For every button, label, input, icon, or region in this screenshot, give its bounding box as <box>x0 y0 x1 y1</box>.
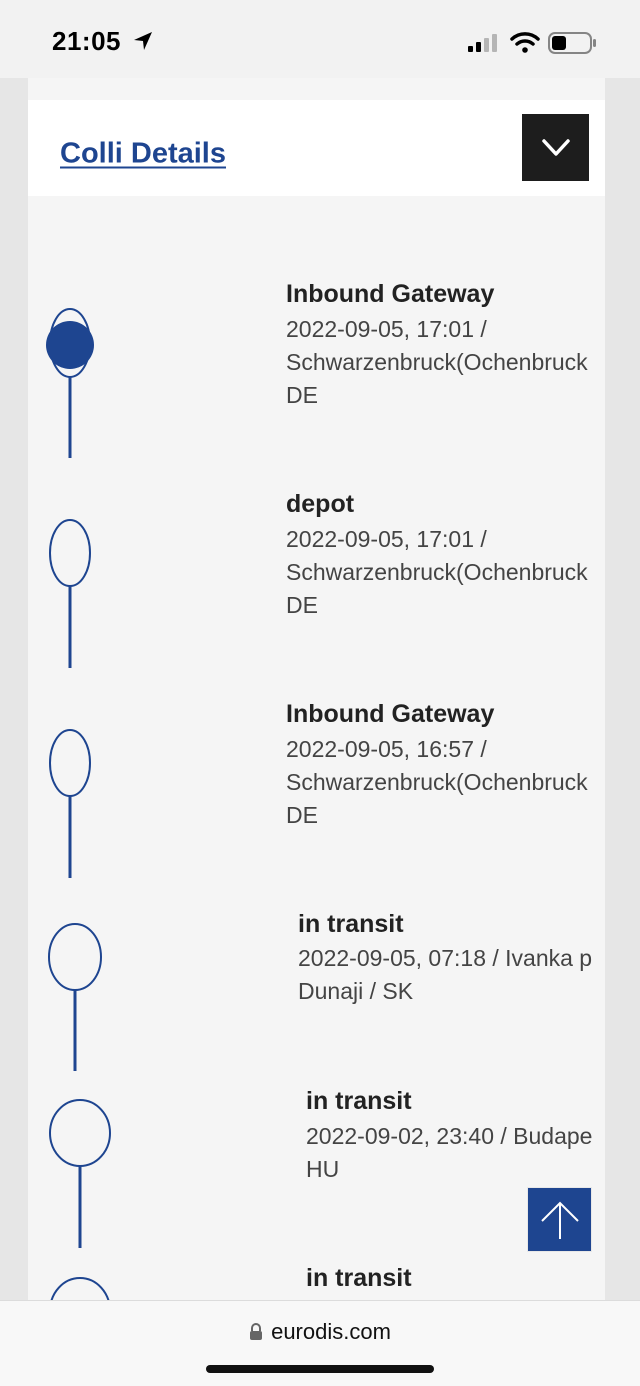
url-text: eurodis.com <box>271 1319 391 1344</box>
timeline-marker <box>50 1277 110 1300</box>
event-meta: 2022-09-05, 17:01 / Schwarzenbruck(Ochen… <box>286 316 588 408</box>
event-title: in transit <box>306 1264 412 1292</box>
status-bar: 21:05 <box>0 0 640 78</box>
timeline-marker <box>49 729 91 878</box>
event-meta: 2022-09-05, 07:18 / Ivanka p Dunaji / SK <box>298 945 593 1004</box>
event-meta: 2022-09-05, 17:01 / Schwarzenbruck(Ochen… <box>286 526 588 618</box>
timeline-marker <box>49 1099 111 1248</box>
timeline-marker <box>48 923 102 1071</box>
event-title: Inbound Gateway <box>286 280 495 308</box>
event-meta: 2022-09-05, 16:57 / Schwarzenbruck(Ochen… <box>286 736 588 828</box>
wifi-icon <box>510 32 540 53</box>
timeline-marker <box>49 519 91 668</box>
home-indicator <box>206 1365 434 1373</box>
url-display[interactable]: eurodis.com <box>0 1319 640 1345</box>
chevron-down-icon <box>541 138 570 156</box>
expand-toggle-button[interactable] <box>522 114 589 181</box>
tracking-panel: Colli Details Inbound Gateway 2022-09-05… <box>28 78 605 1300</box>
timeline-marker-active <box>46 308 94 458</box>
location-arrow-icon <box>134 32 152 50</box>
event-title: in transit <box>306 1087 412 1115</box>
arrow-up-icon <box>540 1201 579 1239</box>
colli-details-link[interactable]: Colli Details <box>60 138 226 171</box>
event-meta: 2022-09-02, 23:40 / Budape HU <box>306 1123 593 1182</box>
event-title: Inbound Gateway <box>286 700 495 728</box>
back-to-top-button[interactable] <box>528 1188 591 1251</box>
top-strip <box>28 78 605 100</box>
colli-details-header: Colli Details <box>28 100 605 196</box>
cellular-signal-icon <box>468 34 497 52</box>
lock-icon <box>250 1323 263 1340</box>
battery-icon <box>548 32 596 54</box>
status-time: 21:05 <box>52 26 121 56</box>
browser-address-bar[interactable]: eurodis.com <box>0 1300 640 1386</box>
event-title: in transit <box>298 910 404 938</box>
event-title: depot <box>286 490 355 518</box>
page-area: Colli Details Inbound Gateway 2022-09-05… <box>0 78 640 1300</box>
